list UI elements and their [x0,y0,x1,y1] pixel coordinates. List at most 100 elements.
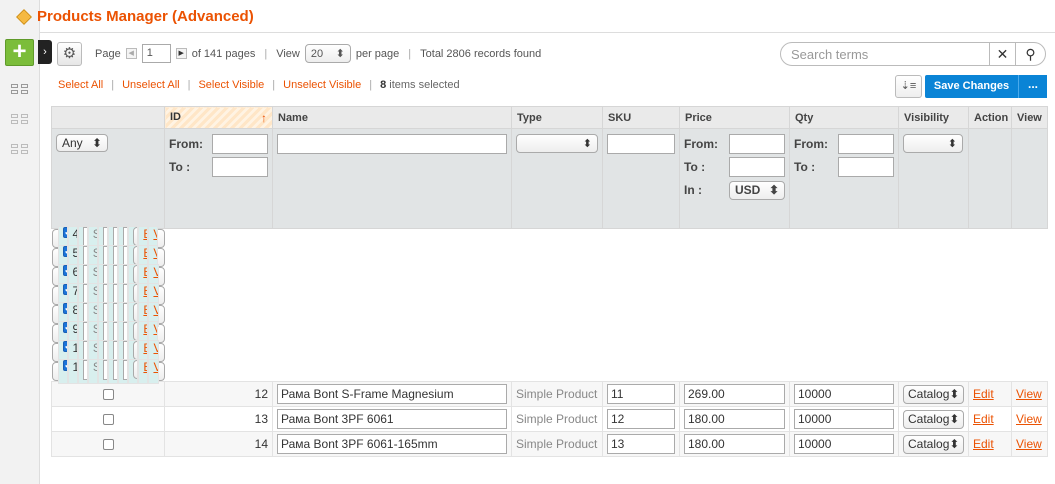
clear-search-close-icon[interactable]: ✕ [989,42,1016,66]
column-header-sku[interactable]: SKU [602,106,680,129]
edit-link[interactable]: Edit [973,387,994,401]
row-checkbox-cell [51,431,165,457]
sku-input[interactable]: 12 [607,409,675,429]
view-link[interactable]: View [153,227,157,241]
visibility-select[interactable]: Catalog⬍ [903,409,964,429]
row-checkbox-cell: ✓ [57,359,68,384]
id-to-input[interactable] [212,157,268,177]
price-cell: 180.00 [679,406,790,432]
visibility-cell: Catalog⬍ [898,406,969,432]
view-link[interactable]: View [1016,412,1042,426]
name-input[interactable]: Рама Bont S-Frame Magnesium [277,384,507,404]
table-row[interactable]: 13 Рама Bont 3PF 6061 Simple Product 12 180.… [51,406,1048,432]
column-header-name[interactable]: Name [272,106,512,129]
qty-cell: 10000 [789,381,899,407]
visibility-select[interactable]: Catalog⬍ [903,434,964,454]
select-visible-link[interactable]: Select Visible [198,79,264,91]
settings-gear-icon[interactable]: ⚙ [57,42,82,66]
view-link[interactable]: View [153,360,157,374]
row-checkbox[interactable] [102,438,114,450]
view-link[interactable]: View [153,265,157,279]
search-magnifier-icon[interactable]: ⚲ [1015,42,1046,66]
qty-from-input[interactable] [838,134,894,154]
more-actions-button[interactable]: ... [1018,75,1047,98]
price-to-input[interactable] [729,157,785,177]
save-changes-button[interactable]: Save Changes [925,75,1018,98]
view-link[interactable]: View [153,322,157,336]
edit-link[interactable]: Edit [973,412,994,426]
name-cell: Рама Bont 3PF 6061-165mm [272,431,512,457]
table-row[interactable]: 14 Рама Bont 3PF 6061-165mm Simple Product… [51,431,1048,457]
table-row[interactable]: ✓11Рама Bont S-frame7 Alu.Simple Product… [51,359,165,384]
box-icon [16,8,32,25]
edit-link[interactable]: Edit [973,437,994,451]
qty-to-input[interactable] [838,157,894,177]
page-title-text: Products Manager (Advanced) [37,8,254,25]
qty-input[interactable]: 10000 [794,384,894,404]
price-from-input[interactable] [729,134,785,154]
visibility-filter-select[interactable]: ⬍ [903,134,963,153]
grid-view-icon-3[interactable] [11,144,29,156]
view-link[interactable]: View [153,303,157,317]
visibility-select[interactable]: Catalog⬍ [903,384,964,404]
view-link[interactable]: View [153,246,157,260]
checkbox-column-header [51,106,165,129]
unselect-all-link[interactable]: Unselect All [122,79,179,91]
row-type: Simple Product [87,359,99,384]
price-input[interactable]: 180.00 [684,409,785,429]
price-input[interactable]: 180.00 [684,434,785,454]
select-all-link[interactable]: Select All [58,79,103,91]
type-filter-select[interactable]: ⬍ [516,134,598,153]
sort-order-icon[interactable]: ⇣≡ [895,75,922,98]
column-header-price[interactable]: Price [679,106,790,129]
sidebar-toggle-chevron-icon[interactable]: › [38,40,52,64]
name-cell: Рама Bont S-frame7 Alu. [77,359,88,384]
next-page-icon[interactable]: ▶ [175,48,187,59]
page-number-input[interactable]: 1 [141,44,171,63]
row-id: 14 [164,431,273,457]
row-checkbox-cell [51,406,165,432]
grid-view-icon-2[interactable] [11,114,29,126]
visibility-cell: Catalog⬍ [898,431,969,457]
column-header-visibility[interactable]: Visibility [898,106,969,129]
select-arrows-icon: ⬍ [949,387,960,401]
column-header-qty[interactable]: Qty [789,106,899,129]
per-page-value: 20 [310,47,324,60]
sku-cell: 13 [602,431,680,457]
row-checkbox[interactable] [102,413,114,425]
sku-filter-input[interactable] [607,134,675,154]
price-from-label: From: [684,137,718,151]
selected-count: 8 items selected [380,79,460,91]
qty-input[interactable]: 10000 [794,409,894,429]
table-row[interactable]: 12 Рама Bont S-Frame Magnesium Simple Prod… [51,381,1048,407]
name-filter-input[interactable] [277,134,507,154]
currency-select[interactable]: USD ⬍ [729,180,785,200]
select-arrows-icon: ⬍ [949,412,960,426]
view-link[interactable]: View [153,341,157,355]
unselect-visible-link[interactable]: Unselect Visible [283,79,361,91]
search-input[interactable]: Search terms [780,42,990,66]
sku-input[interactable]: 13 [607,434,675,454]
qty-input[interactable]: 10000 [794,434,894,454]
add-product-button[interactable]: + [5,39,34,66]
column-header-type[interactable]: Type [511,106,603,129]
price-input[interactable]: 269.00 [684,384,785,404]
prev-page-icon[interactable]: ◀ [125,48,137,59]
column-header-id[interactable]: ID ↑ [164,106,273,129]
mass-action-bar: Select All | Unselect All | Select Visib… [58,79,460,91]
view-link[interactable]: View [153,284,157,298]
mass-select-filter[interactable]: Any ⬍ [56,134,108,152]
view-link[interactable]: View [1016,387,1042,401]
column-id-label: ID [170,110,181,123]
qty-to-label: To : [794,160,816,174]
row-checkbox[interactable] [102,388,114,400]
action-cell: Edit [968,381,1012,407]
sku-input[interactable]: 11 [607,384,675,404]
id-from-input[interactable] [212,134,268,154]
name-input[interactable]: Рама Bont 3PF 6061 [277,409,507,429]
name-cell: Рама Bont S-Frame Magnesium [272,381,512,407]
name-input[interactable]: Рама Bont 3PF 6061-165mm [277,434,507,454]
per-page-select[interactable]: 20 ⬍ [304,44,351,63]
view-link[interactable]: View [1016,437,1042,451]
grid-view-icon[interactable] [11,84,29,96]
